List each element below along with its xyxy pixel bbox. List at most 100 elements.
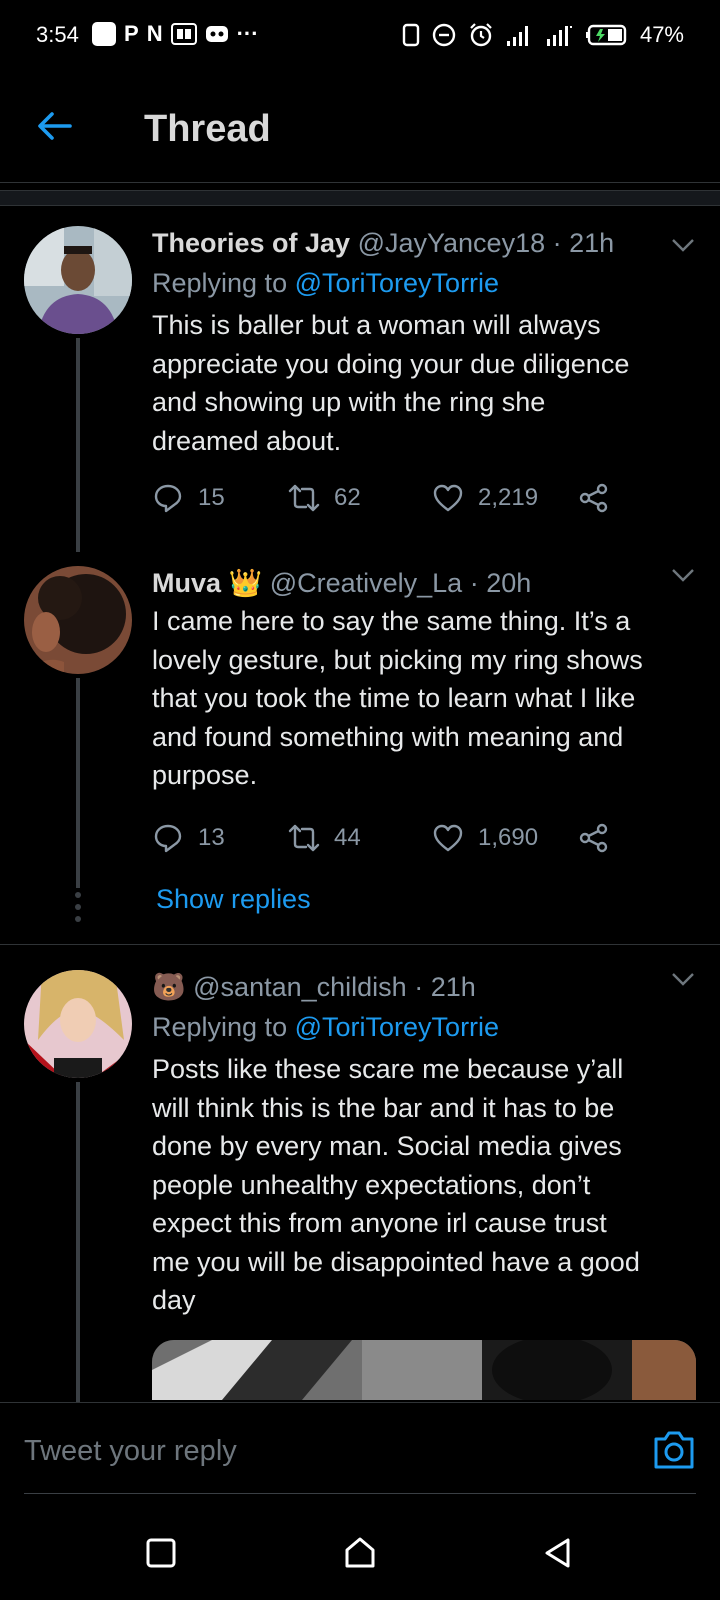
- tweet-media-image[interactable]: [152, 1340, 696, 1400]
- reply-input[interactable]: Tweet your reply: [24, 1435, 237, 1468]
- avatar[interactable]: [24, 226, 132, 334]
- text-line: day: [152, 1285, 196, 1315]
- notification-square-icon: [92, 22, 116, 46]
- chevron-down-icon[interactable]: [670, 232, 696, 258]
- retweet-icon: [288, 484, 320, 512]
- text-line: Posts like these scare me because y’all: [152, 1054, 624, 1084]
- like-action[interactable]: 2,219: [432, 482, 538, 514]
- thread-header: Thread: [0, 72, 720, 183]
- text-line: purpose.: [152, 760, 258, 790]
- handle[interactable]: @santan_childish: [193, 972, 407, 1002]
- reply-action[interactable]: 13: [152, 822, 225, 854]
- tweet-header: Theories of Jay @JayYancey18 · 21h: [152, 226, 700, 260]
- chevron-down-icon[interactable]: [670, 562, 696, 588]
- page-title: Thread: [144, 108, 271, 150]
- tweet-header: Muva 👑 @Creatively_La · 20h: [152, 566, 700, 600]
- replying-prefix: Replying to: [152, 268, 288, 298]
- share-action[interactable]: [578, 822, 610, 854]
- mention-link[interactable]: @ToriToreyTorrie: [295, 1012, 499, 1042]
- retweet-count: 44: [334, 824, 361, 851]
- more-replies-dots: [74, 892, 82, 928]
- signal-4g-icon: [546, 26, 572, 46]
- nav-back-icon[interactable]: [542, 1536, 576, 1570]
- display-name[interactable]: Theories of Jay: [152, 228, 350, 258]
- replying-to: Replying to @ToriToreyTorrie: [152, 1010, 700, 1044]
- camera-icon[interactable]: [652, 1429, 696, 1471]
- text-line: and found something with meaning and: [152, 721, 624, 752]
- tweet-actions: 15 62 2,219: [152, 482, 712, 522]
- retweet-icon: [288, 824, 320, 852]
- tweet-text: Posts like these scare me because y’all …: [152, 1050, 700, 1320]
- timestamp: 21h: [430, 972, 476, 1002]
- text-line: lovely gesture, but picking my ring show…: [152, 644, 643, 675]
- text-line: dreamed about.: [152, 425, 342, 456]
- reply-action[interactable]: 15: [152, 482, 225, 514]
- separator-dot: ·: [469, 568, 479, 598]
- reply-icon: [154, 824, 182, 853]
- text-line: appreciate you doing your due diligence: [152, 348, 630, 379]
- show-replies-link[interactable]: Show replies: [156, 884, 311, 915]
- status-bar: 3:54 P N ··· 47%: [0, 0, 720, 72]
- bear-emoji: 🐻: [152, 972, 186, 1002]
- media-app-icon: [170, 23, 197, 45]
- notification-icons: P N ···: [92, 22, 259, 46]
- timestamp: 20h: [486, 568, 532, 598]
- handle[interactable]: @Creatively_La: [270, 568, 463, 598]
- text-line: expect this from anyone irl cause trust: [152, 1208, 607, 1238]
- separator-dot: ·: [414, 972, 424, 1002]
- crown-emoji: 👑: [228, 568, 263, 598]
- n-app-icon: N: [146, 21, 163, 46]
- vibrate-icon: [402, 23, 420, 47]
- tweet-text: I came here to say the same thing. It’s …: [152, 602, 700, 795]
- text-line: that you took the time to learn what I l…: [152, 683, 636, 713]
- thread-line: [76, 1082, 80, 1402]
- replying-prefix: Replying to: [152, 1012, 288, 1042]
- text-line: and showing up with the ring she: [152, 387, 546, 417]
- like-count: 1,690: [478, 824, 539, 851]
- share-icon: [579, 823, 608, 853]
- like-icon: [433, 824, 463, 852]
- alarm-icon: [470, 23, 492, 47]
- avatar[interactable]: [24, 566, 132, 674]
- avatar[interactable]: [24, 970, 132, 1078]
- reply-icon: [154, 484, 182, 513]
- reply-count: 13: [198, 824, 225, 851]
- text-line: people unhealthy expectations, don’t: [152, 1169, 591, 1200]
- reply-bar: Tweet your reply: [0, 1402, 720, 1507]
- signal-icon: [506, 26, 528, 46]
- chevron-down-icon[interactable]: [670, 966, 696, 992]
- reply-count: 15: [198, 484, 225, 511]
- replying-to: Replying to @ToriToreyTorrie: [152, 266, 700, 300]
- like-icon: [433, 484, 463, 512]
- display-name[interactable]: Muva: [152, 568, 221, 598]
- tweet-actions: 13 44 1,690: [152, 822, 712, 862]
- thread-line: [76, 678, 80, 888]
- text-line: This is baller but a woman will always: [152, 310, 601, 340]
- separator-dot: ·: [552, 228, 562, 258]
- header-divider: [0, 190, 720, 206]
- timestamp: 21h: [569, 228, 615, 258]
- like-action[interactable]: 1,690: [432, 822, 538, 854]
- like-count: 2,219: [478, 484, 539, 511]
- tweet-header: 🐻 @santan_childish · 21h: [152, 970, 700, 1004]
- share-icon: [579, 483, 608, 513]
- handle[interactable]: @JayYancey18: [358, 228, 546, 258]
- tweet-text: This is baller but a woman will always a…: [152, 306, 700, 460]
- reply-input-underline: [24, 1493, 696, 1494]
- dnd-icon: [432, 23, 456, 47]
- nav-home-icon[interactable]: [343, 1536, 377, 1570]
- share-action[interactable]: [578, 482, 610, 514]
- retweet-action[interactable]: 62: [288, 482, 361, 514]
- game-app-icon: [205, 26, 228, 42]
- back-arrow-icon[interactable]: [34, 106, 74, 146]
- text-line: done by every man. Social media gives: [152, 1131, 622, 1161]
- system-navbar: [0, 1506, 720, 1600]
- mention-link[interactable]: @ToriToreyTorrie: [295, 268, 499, 298]
- nav-square-icon[interactable]: [144, 1536, 178, 1570]
- retweet-action[interactable]: 44: [288, 822, 361, 854]
- more-notifications-icon: ···: [236, 21, 259, 46]
- thread-line: [76, 338, 80, 552]
- text-line: I came here to say the same thing. It’s …: [152, 606, 631, 636]
- text-line: will think this is the bar and it has to…: [152, 1092, 615, 1123]
- battery-icon: [585, 24, 627, 46]
